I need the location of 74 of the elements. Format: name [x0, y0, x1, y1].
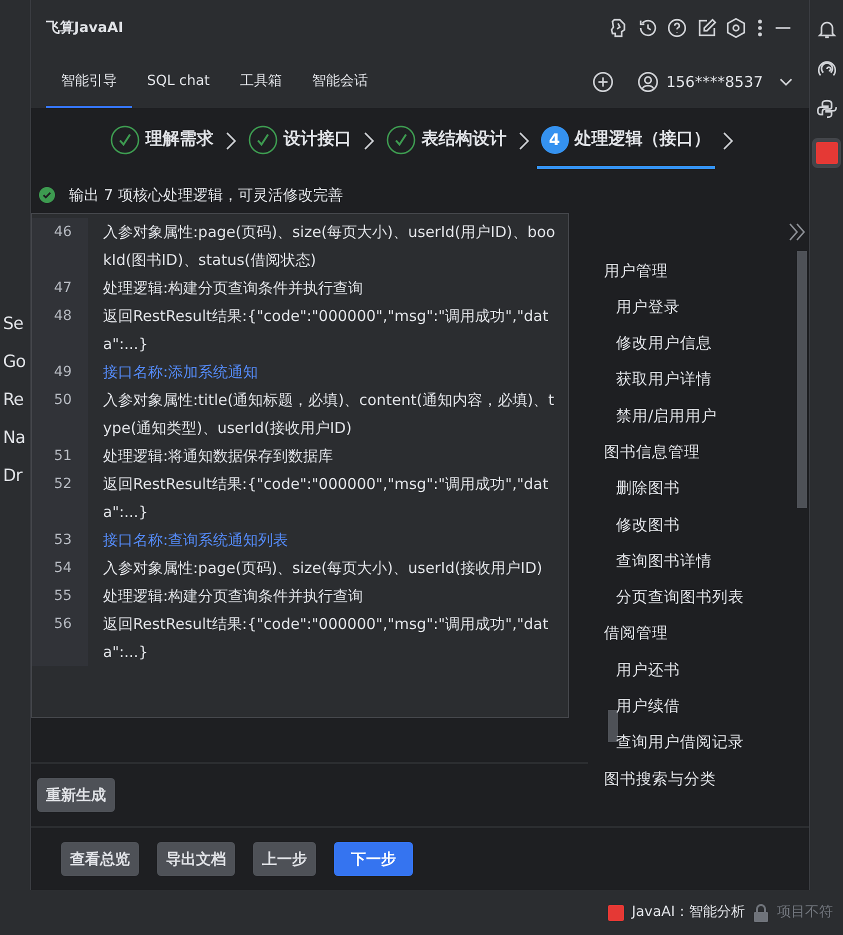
status-message: 输出 7 项核心处理逻辑，可灵活修改完善 — [69, 185, 344, 206]
logo-icon — [608, 904, 624, 920]
line-number: 54 — [32, 554, 88, 582]
action-button[interactable]: 上一步 — [253, 842, 316, 876]
step-tab[interactable]: 4 处理逻辑（接口） — [536, 113, 714, 169]
add-icon[interactable] — [592, 71, 614, 93]
code-text: 处理逻辑:将通知数据保存到数据库 — [102, 446, 334, 466]
code-text: 处理逻辑:构建分页查询条件并执行查询 — [102, 278, 364, 298]
code-heading: 接口名称:添加系统通知 — [102, 362, 260, 382]
step-tab[interactable]: 表结构设计 — [382, 113, 510, 169]
check-circle-icon — [386, 124, 416, 154]
editor-text: Na — [2, 427, 26, 450]
line-number: 49 — [32, 358, 88, 386]
window-title: 飞算JavaAI — [46, 18, 124, 38]
line-number: 51 — [32, 442, 88, 470]
outline-item[interactable]: 用户登录 — [604, 288, 809, 326]
outline-item[interactable]: 禁用/启用用户 — [604, 398, 809, 434]
code-heading: 接口名称:查询系统通知列表 — [102, 530, 290, 550]
tab[interactable]: SQL chat — [132, 56, 225, 108]
scrollbar-thumb[interactable] — [797, 250, 807, 508]
line-number: 53 — [32, 526, 88, 554]
regenerate-button[interactable]: 重新生成 — [37, 778, 115, 812]
line-number: 55 — [32, 582, 88, 610]
step-tab[interactable]: 理解需求 — [106, 113, 218, 169]
scrollbar-thumb[interactable] — [608, 710, 618, 742]
code-text: 入参对象属性:title(通知标题，必填)、content(通知内容，必填)、type(通知类型)、userId(接收用户ID) — [102, 390, 556, 438]
outline-item[interactable]: 用户还书 — [604, 652, 809, 688]
check-circle-icon — [110, 124, 140, 154]
code-text: 入参对象属性:page(页码)、size(每页大小)、userId(用户ID)、bookId(图书ID)、status(借阅状态) — [102, 222, 556, 270]
code-text: 返回RestResult结果:{"code":"000000","msg":"调用成功","data":...} — [102, 614, 550, 662]
editor-text: Re — [2, 389, 25, 412]
outline-group[interactable]: 借阅管理 — [604, 615, 809, 652]
project-status: 项目不符 — [777, 903, 833, 922]
editor-text: Dr — [2, 465, 24, 488]
line-number: 46 — [32, 218, 88, 274]
outline-item[interactable]: 修改图书 — [604, 506, 809, 543]
line-number: 52 — [32, 470, 88, 526]
outline-group[interactable]: 图书搜索与分类 — [604, 760, 809, 797]
code-text: 入参对象属性:page(页码)、size(每页大小)、userId(接收用户ID) — [102, 558, 544, 578]
outline-group[interactable]: 图书信息管理 — [604, 434, 809, 470]
next-button[interactable]: 下一步 — [334, 842, 413, 876]
action-button[interactable]: 导出文档 — [157, 842, 235, 876]
settings-icon[interactable] — [725, 17, 747, 39]
code-text: 处理逻辑:构建分页查询条件并执行查询 — [102, 586, 364, 606]
code-text: 返回RestResult结果:{"code":"000000","msg":"调用成功","data":...} — [102, 306, 550, 354]
check-circle-icon — [248, 124, 278, 154]
action-button[interactable]: 查看总览 — [61, 842, 139, 876]
outline-group[interactable]: 用户管理 — [604, 252, 809, 289]
editor-text: Go — [2, 351, 27, 374]
tab[interactable]: 智能引导 — [46, 56, 132, 108]
step-tab[interactable]: 设计接口 — [244, 113, 356, 169]
account-name[interactable]: 156****8537 — [666, 70, 763, 94]
code-text: 返回RestResult结果:{"code":"000000","msg":"调用成功","data":...} — [102, 474, 550, 522]
line-number: 50 — [32, 386, 88, 442]
outline-item[interactable]: 删除图书 — [604, 470, 809, 507]
user-icon — [636, 71, 659, 93]
help-icon[interactable] — [666, 17, 688, 39]
line-number: 56 — [32, 610, 88, 666]
python-icon[interactable] — [816, 98, 838, 120]
tab[interactable]: 工具箱 — [224, 56, 297, 108]
plugin-status[interactable]: JavaAI：智能分析 — [632, 902, 745, 923]
outline-item[interactable]: 修改用户信息 — [604, 325, 809, 362]
tab[interactable]: 智能会话 — [296, 56, 383, 108]
outline-item[interactable]: 查询图书详情 — [604, 542, 809, 580]
outline-item[interactable]: 分页查询图书列表 — [604, 579, 809, 616]
lock-icon — [753, 904, 769, 922]
editor-text: Se — [2, 313, 24, 336]
outline-item[interactable]: 用户续借 — [604, 688, 809, 724]
line-number: 47 — [32, 274, 88, 302]
collapse-icon[interactable] — [787, 220, 807, 242]
outline-item[interactable]: 获取用户详情 — [604, 361, 809, 398]
outline-item[interactable]: 查询用户借阅记录 — [604, 724, 809, 761]
line-number: 48 — [32, 302, 88, 358]
check-circle-icon — [39, 187, 55, 204]
